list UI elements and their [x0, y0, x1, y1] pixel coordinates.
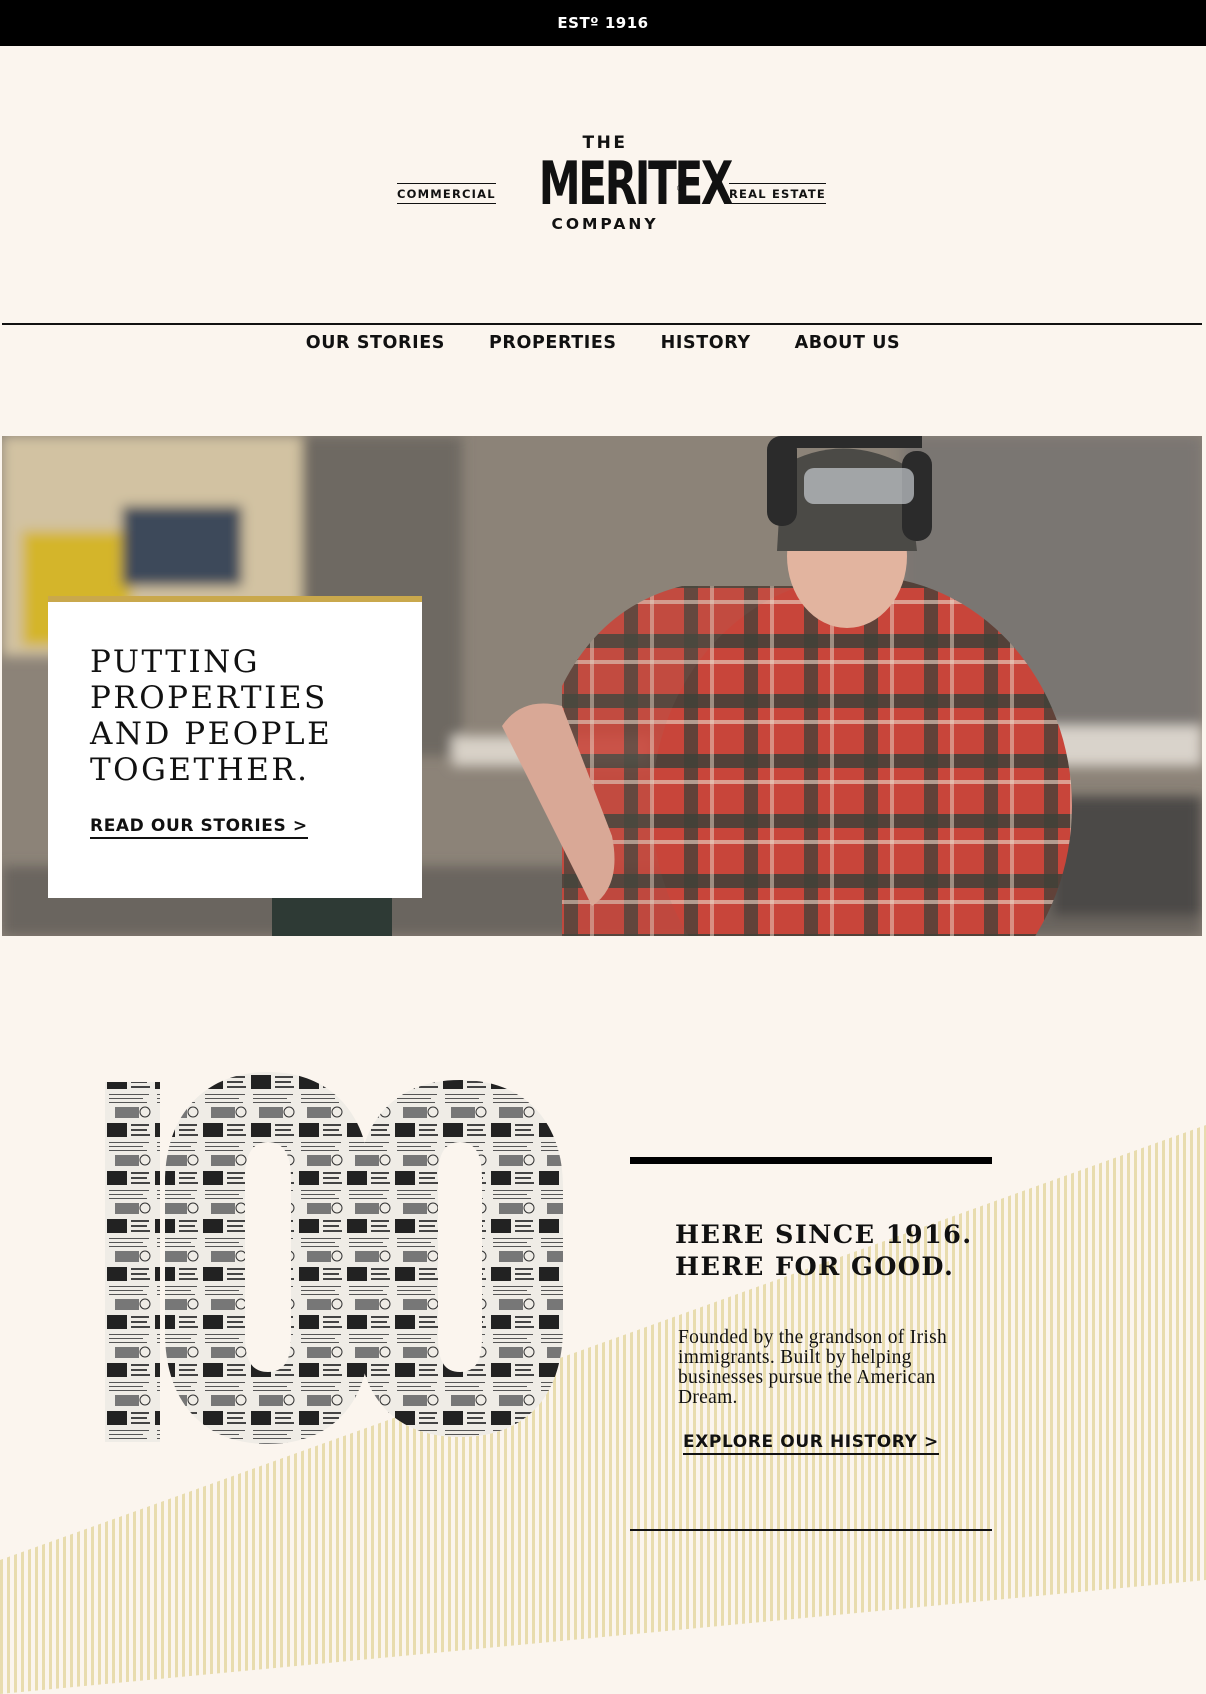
hundred-years-graphic	[105, 1072, 563, 1444]
hero-title-line: PROPERTIES	[90, 680, 328, 716]
logo-mark[interactable]: THE MERITEX ® COMPANY	[520, 133, 734, 233]
logo-commercial-label: COMMERCIAL	[397, 183, 496, 204]
hero-title-line: TOGETHER.	[90, 752, 310, 788]
hero-title-line: AND PEOPLE	[90, 716, 333, 752]
history-top-rule	[630, 1157, 992, 1164]
history-body: Founded by the grandson of Irish immigra…	[678, 1327, 948, 1408]
explore-our-history-link[interactable]: EXPLORE OUR HISTORY >	[683, 1432, 939, 1455]
history-heading: HERE SINCE 1916. HERE FOR GOOD.	[675, 1219, 973, 1283]
history-bottom-rule	[630, 1529, 992, 1531]
established-text: ESTº 1916	[557, 14, 649, 32]
hero-title: PUTTING PROPERTIES AND PEOPLE TOGETHER.	[90, 644, 380, 788]
nav-item-properties[interactable]: PROPERTIES	[489, 333, 617, 353]
nav-item-about-us[interactable]: ABOUT US	[795, 333, 901, 353]
nav-item-history[interactable]: HISTORY	[661, 333, 751, 353]
nav-item-our-stories[interactable]: OUR STORIES	[306, 333, 445, 353]
top-banner: ESTº 1916	[0, 0, 1206, 46]
registered-mark: ®	[676, 184, 684, 193]
main-nav: OUR STORIES PROPERTIES HISTORY ABOUT US	[0, 333, 1206, 353]
hero-card: PUTTING PROPERTIES AND PEOPLE TOGETHER. …	[48, 596, 422, 898]
history-heading-line: HERE SINCE 1916.	[675, 1220, 973, 1250]
read-our-stories-link[interactable]: READ OUR STORIES >	[90, 816, 308, 839]
logo-wordmark: MERITEX	[538, 149, 734, 219]
history-panel: HERE SINCE 1916. HERE FOR GOOD. Founded …	[630, 1157, 992, 1532]
history-heading-line: HERE FOR GOOD.	[675, 1252, 955, 1282]
hero-title-line: PUTTING	[90, 644, 261, 680]
nav-divider	[2, 323, 1202, 325]
logo-real-estate-label: REAL ESTATE	[729, 183, 826, 204]
hero-section: PUTTING PROPERTIES AND PEOPLE TOGETHER. …	[2, 436, 1202, 936]
